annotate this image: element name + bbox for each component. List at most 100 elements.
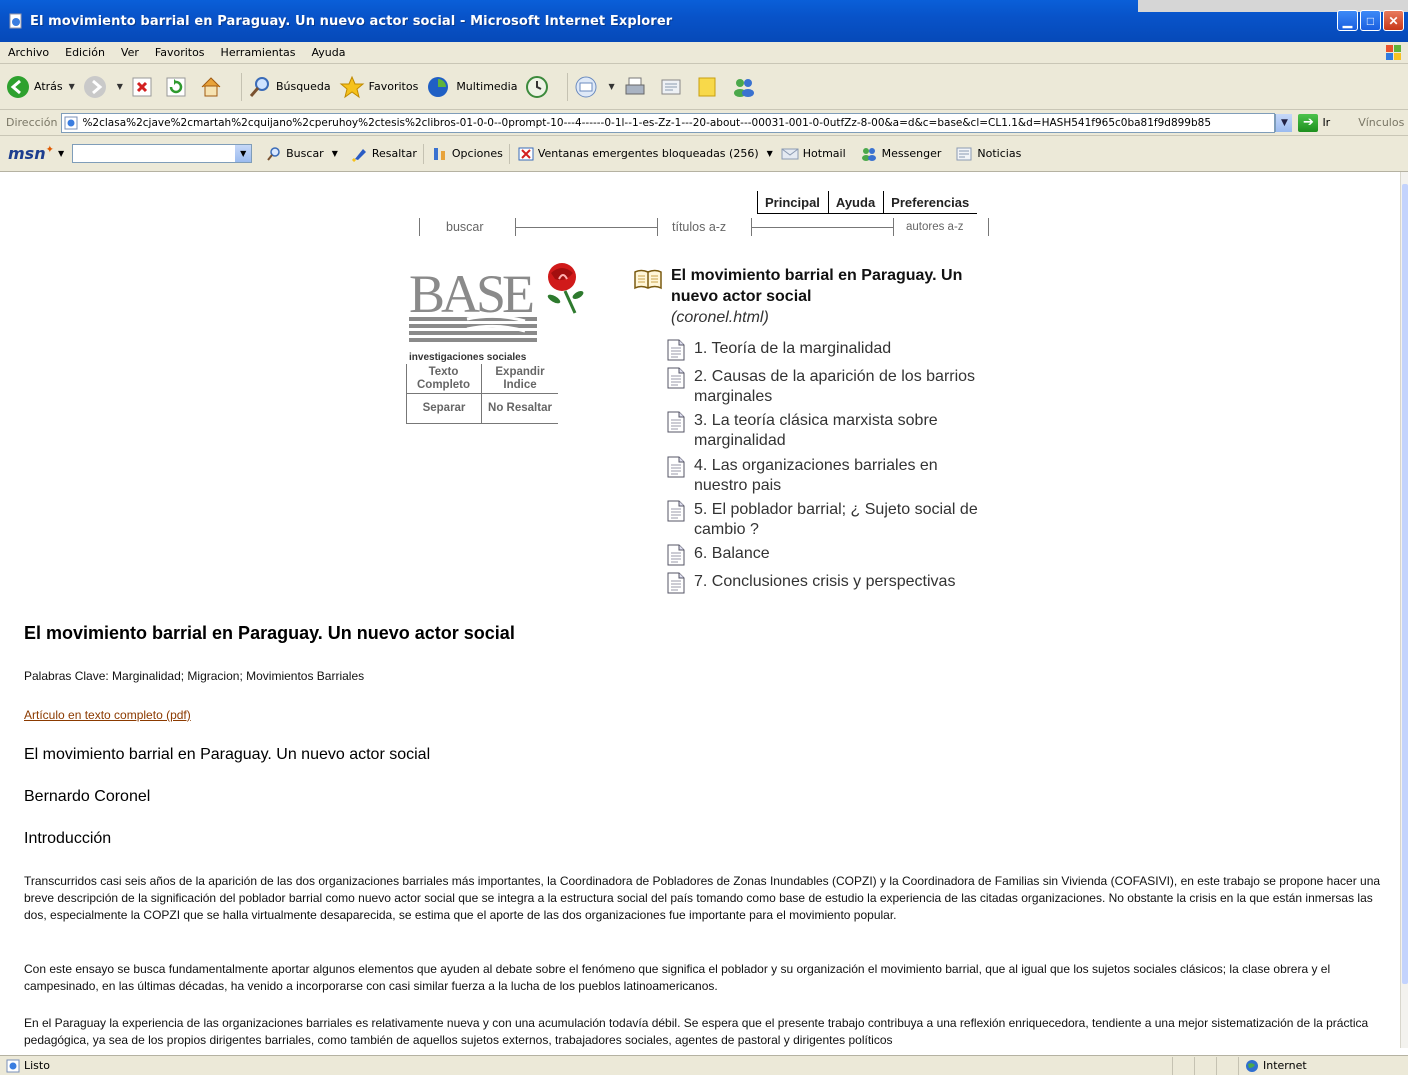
go-button[interactable]: ➔ Ir: [1298, 113, 1330, 132]
toc-item-label: 7. Conclusiones crisis y perspectivas: [694, 573, 956, 590]
options-button[interactable]: Opciones: [432, 146, 503, 162]
menu-ayuda[interactable]: Ayuda: [303, 46, 353, 59]
vertical-scrollbar[interactable]: [1400, 172, 1408, 1048]
security-zone: Internet: [1238, 1056, 1408, 1075]
separar-button[interactable]: Separar: [406, 394, 482, 424]
texto-completo-button[interactable]: Texto Completo: [406, 364, 482, 394]
media-button[interactable]: Multimedia: [426, 72, 517, 102]
document-icon: [667, 544, 685, 566]
msn-dropdown-icon[interactable]: ▼: [58, 149, 64, 158]
messenger-toolbar-button[interactable]: [731, 72, 761, 102]
expandir-indice-button[interactable]: Expandir Indice: [482, 364, 558, 394]
stop-button[interactable]: [131, 72, 157, 102]
scrollbar-thumb[interactable]: [1402, 184, 1408, 984]
toc-item[interactable]: 2. Causas de la aparición de los barrios…: [667, 367, 994, 407]
msn-search-button[interactable]: Buscar ▼: [266, 146, 338, 162]
base-logo[interactable]: BASE: [407, 257, 587, 365]
search-button[interactable]: Búsqueda: [248, 72, 331, 102]
msn-logo[interactable]: msn✦: [8, 144, 54, 163]
popup-blocker-button[interactable]: Ventanas emergentes bloqueadas (256) ▼: [518, 146, 773, 162]
mail-icon: [575, 76, 597, 97]
article-paragraph: En el Paraguay la experiencia de las org…: [24, 1016, 1369, 1047]
hotmail-button[interactable]: Hotmail: [781, 147, 846, 161]
base-logo-text: BASE: [409, 264, 533, 324]
news-button[interactable]: Noticias: [955, 146, 1021, 162]
toc-item[interactable]: 3. La teoría clásica marxista sobre marg…: [667, 411, 994, 451]
discuss-button[interactable]: [695, 72, 723, 102]
search-icon: [249, 76, 269, 97]
address-input[interactable]: %2clasa%2cjave%2cmartah%2cquijano%2cperu…: [61, 112, 1276, 133]
ie-page-icon: [6, 1059, 20, 1072]
forward-dropdown-icon[interactable]: ▼: [117, 82, 123, 91]
highlighter-icon: [351, 148, 366, 162]
toc-item[interactable]: 1. Teoría de la marginalidad: [667, 339, 994, 361]
menu-ver[interactable]: Ver: [113, 46, 147, 59]
minimize-button[interactable]: ▁: [1337, 10, 1358, 31]
nav-divider: [419, 218, 420, 236]
nav-preferencias[interactable]: Preferencias: [883, 191, 978, 214]
print-button[interactable]: [623, 72, 651, 102]
title-bar: El movimiento barrial en Paraguay. Un nu…: [0, 0, 1408, 42]
toolbar-separator: [567, 72, 569, 101]
highlight-button[interactable]: Resaltar: [351, 146, 417, 162]
document-icon: [667, 339, 685, 361]
forward-button[interactable]: ▼: [83, 72, 123, 102]
nav-buscar[interactable]: buscar: [446, 220, 484, 234]
no-resaltar-button[interactable]: No Resaltar: [482, 394, 558, 424]
nav-principal[interactable]: Principal: [757, 191, 828, 214]
favorites-button[interactable]: Favoritos: [339, 72, 418, 102]
msn-separator: [508, 143, 510, 164]
toc-item[interactable]: 4. Las organizaciones barriales en nuest…: [667, 456, 994, 496]
back-label: Atrás: [34, 80, 63, 93]
msn-search-dropdown[interactable]: ▼: [332, 149, 338, 158]
mail-button[interactable]: ▼: [574, 72, 615, 102]
nav-ayuda[interactable]: Ayuda: [827, 191, 884, 214]
history-button[interactable]: [525, 72, 553, 102]
back-dropdown-icon[interactable]: ▼: [69, 82, 75, 91]
menu-favoritos[interactable]: Favoritos: [147, 46, 213, 59]
toc-item[interactable]: 5. El poblador barrial; ¿ Sujeto social …: [667, 500, 994, 540]
toc-item-label: 2. Causas de la aparición de los barrios…: [694, 368, 976, 405]
article-subheading: El movimiento barrial en Paraguay. Un nu…: [24, 746, 431, 763]
document-icon: [667, 572, 685, 594]
toc-item[interactable]: 7. Conclusiones crisis y perspectivas: [667, 572, 994, 594]
popup-dropdown-icon[interactable]: ▼: [767, 149, 773, 158]
search-label: Búsqueda: [275, 80, 331, 93]
toc-item[interactable]: 6. Balance: [667, 544, 994, 566]
msn-toolbar: msn✦ ▼ ▼ Buscar ▼ Resaltar Opciones Vent…: [0, 136, 1408, 172]
home-button[interactable]: [199, 72, 227, 102]
page-content: Principal Ayuda Preferencias buscar títu…: [0, 172, 1400, 1048]
media-label: Multimedia: [456, 80, 518, 93]
nav-titulos[interactable]: títulos a-z: [672, 220, 726, 234]
refresh-button[interactable]: [165, 72, 191, 102]
highlight-label: Resaltar: [371, 147, 417, 160]
messenger-button[interactable]: Messenger: [860, 146, 942, 162]
menu-edicion[interactable]: Edición: [57, 46, 113, 59]
back-arrow-icon: [7, 75, 29, 98]
menu-archivo[interactable]: Archivo: [0, 46, 57, 59]
options-label: Opciones: [451, 147, 503, 160]
nav-autores[interactable]: autores a-z: [906, 221, 964, 233]
menu-herramientas[interactable]: Herramientas: [213, 46, 304, 59]
note-icon: [698, 77, 716, 96]
open-book-icon[interactable]: [633, 268, 663, 290]
news-icon: [956, 147, 972, 160]
msn-search-input[interactable]: ▼: [72, 144, 253, 163]
maximize-button[interactable]: □: [1360, 10, 1381, 31]
magnifier-icon: [267, 146, 280, 161]
address-label: Dirección: [6, 116, 58, 129]
windows-logo-icon: [1386, 45, 1401, 60]
msn-search-dropdown-icon[interactable]: ▼: [235, 145, 252, 162]
article-paragraph: Con este ensayo se busca fundamentalment…: [24, 962, 1331, 993]
mail-dropdown-icon[interactable]: ▼: [608, 82, 614, 91]
article-author: Bernardo Coronel: [24, 788, 151, 805]
close-button[interactable]: ✕: [1383, 10, 1404, 31]
back-button[interactable]: Atrás ▼: [6, 72, 75, 102]
address-dropdown-icon[interactable]: ▼: [1275, 113, 1293, 132]
pdf-link[interactable]: Artículo en texto completo (pdf): [24, 708, 191, 722]
links-label[interactable]: Vínculos: [1358, 116, 1404, 129]
edit-button[interactable]: [659, 72, 687, 102]
messenger-label: Messenger: [881, 147, 942, 160]
messenger-icon: [861, 147, 876, 161]
status-text: Listo: [24, 1059, 50, 1072]
